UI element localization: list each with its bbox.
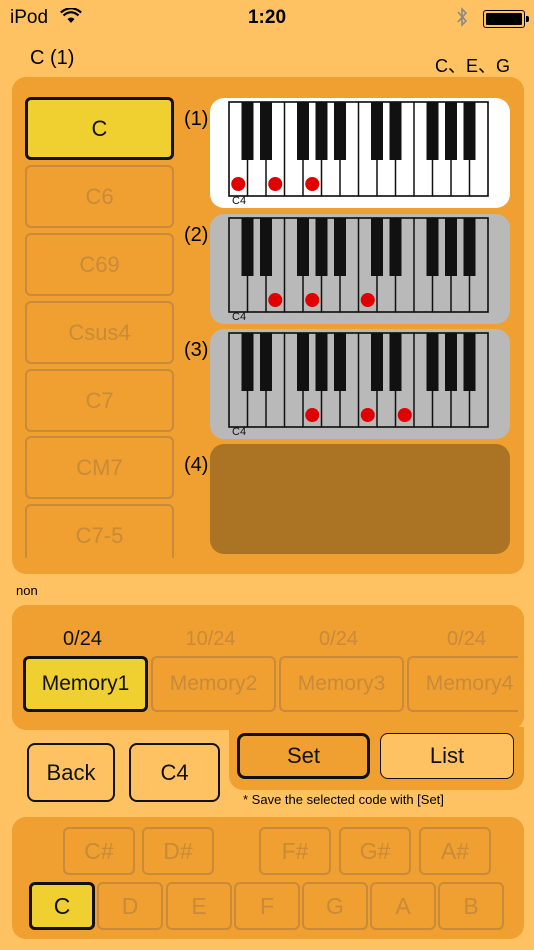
key-button-b[interactable]: B <box>438 882 504 930</box>
black-key <box>260 333 272 391</box>
black-key <box>426 218 439 276</box>
memory4-button[interactable]: Memory4 <box>407 656 518 712</box>
note-dot <box>305 408 320 422</box>
voicing-2-label: (2) <box>184 224 209 246</box>
black-key <box>297 218 309 276</box>
chord-button-cm7[interactable]: CM7 <box>25 436 174 499</box>
black-key <box>334 218 346 276</box>
black-key <box>389 333 402 391</box>
set-button[interactable]: Set <box>237 733 370 779</box>
note-dot <box>268 293 283 307</box>
voicing-3-label: (3) <box>184 339 209 361</box>
black-key <box>297 102 309 160</box>
black-key <box>389 218 402 276</box>
status-text: non <box>16 583 38 598</box>
back-button[interactable]: Back <box>27 743 115 802</box>
key-button-a[interactable]: A <box>370 882 436 930</box>
octave-label: C4 <box>232 311 247 323</box>
key-button-g[interactable]: G <box>302 882 368 930</box>
note-dot <box>268 177 283 191</box>
octave-button[interactable]: C4 <box>129 743 220 802</box>
black-key <box>463 218 476 276</box>
memory2-button[interactable]: Memory2 <box>151 656 276 712</box>
memory3-button[interactable]: Memory3 <box>279 656 404 712</box>
black-key <box>315 333 328 391</box>
key-button-c[interactable]: C <box>29 882 95 930</box>
chord-button-c[interactable]: C <box>25 97 174 160</box>
voicing-4-empty-slot[interactable] <box>210 444 510 554</box>
chord-button-c7[interactable]: C7 <box>25 369 174 432</box>
black-key <box>297 333 309 391</box>
black-key <box>445 333 457 391</box>
chord-button-c69[interactable]: C69 <box>25 233 174 296</box>
key-button-g-sharp[interactable]: G# <box>339 827 411 875</box>
black-key <box>371 333 383 391</box>
memory3-count: 0/24 <box>319 628 358 650</box>
black-key <box>334 102 346 160</box>
voicing-4-label: (4) <box>184 454 209 476</box>
key-button-e[interactable]: E <box>166 882 232 930</box>
black-key <box>463 102 476 160</box>
note-dot <box>360 293 375 307</box>
voicing-3-keyboard[interactable]: C4 <box>210 329 510 439</box>
key-button-c-sharp[interactable]: C# <box>63 827 135 875</box>
black-key <box>389 102 402 160</box>
black-key <box>426 333 439 391</box>
note-dot <box>360 408 375 422</box>
black-key <box>334 333 346 391</box>
chord-button-c6[interactable]: C6 <box>25 165 174 228</box>
black-key <box>260 102 272 160</box>
octave-label: C4 <box>232 195 247 207</box>
set-hint: * Save the selected code with [Set] <box>243 792 444 807</box>
black-key <box>371 102 383 160</box>
memory2-count: 10/24 <box>185 628 236 650</box>
black-key <box>241 218 254 276</box>
memory1-button[interactable]: Memory1 <box>23 656 148 712</box>
black-key <box>260 218 272 276</box>
key-button-a-sharp[interactable]: A# <box>419 827 491 875</box>
memory-row[interactable]: 0/24 10/24 0/24 0/24 Memory1 Memory2 Mem… <box>0 600 518 730</box>
chord-button-csus4[interactable]: Csus4 <box>25 301 174 364</box>
octave-label: C4 <box>232 426 247 438</box>
black-key <box>315 218 328 276</box>
black-key <box>426 102 439 160</box>
black-key <box>445 102 457 160</box>
voicing-1-label: (1) <box>184 108 209 130</box>
key-button-d-sharp[interactable]: D# <box>142 827 214 875</box>
key-button-f-sharp[interactable]: F# <box>259 827 331 875</box>
memory1-count: 0/24 <box>63 628 102 650</box>
key-button-d[interactable]: D <box>97 882 163 930</box>
black-key <box>463 333 476 391</box>
black-key <box>315 102 328 160</box>
note-dot <box>305 177 320 191</box>
voicing-2-keyboard[interactable]: C4 <box>210 214 510 324</box>
note-dot <box>231 177 246 191</box>
key-button-f[interactable]: F <box>234 882 300 930</box>
black-key <box>241 333 254 391</box>
list-button[interactable]: List <box>380 733 514 779</box>
black-key <box>371 218 383 276</box>
black-key <box>445 218 457 276</box>
memory4-count: 0/24 <box>447 628 486 650</box>
note-dot <box>305 293 320 307</box>
chord-button-c7-5[interactable]: C7-5 <box>25 504 174 558</box>
voicing-1-keyboard[interactable]: C4 <box>210 98 510 208</box>
black-key <box>241 102 254 160</box>
note-dot <box>397 408 412 422</box>
